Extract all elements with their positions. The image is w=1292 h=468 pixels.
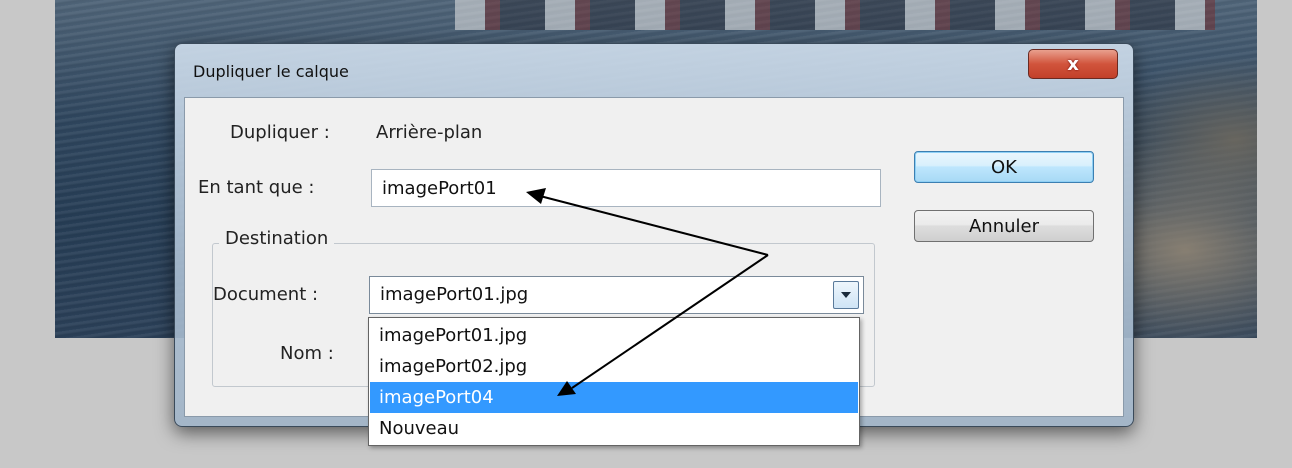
as-label: En tant que : <box>198 177 315 198</box>
destination-legend: Destination <box>219 228 335 249</box>
chevron-down-icon <box>841 292 851 298</box>
document-selected-value: imagePort01.jpg <box>380 284 529 305</box>
list-item-selected[interactable]: imagePort04 <box>370 382 858 413</box>
close-icon: x <box>1067 53 1079 75</box>
as-name-input[interactable] <box>372 170 880 206</box>
document-dropdown[interactable]: imagePort01.jpg <box>369 276 864 314</box>
close-button[interactable]: x <box>1028 49 1118 79</box>
name-label: Nom : <box>280 343 334 364</box>
harbor-boats <box>455 0 1215 30</box>
document-options-list[interactable]: imagePort01.jpg imagePort02.jpg imagePor… <box>368 317 860 446</box>
list-item[interactable]: Nouveau <box>370 413 858 444</box>
as-name-field[interactable] <box>371 169 881 207</box>
dialog-titlebar[interactable]: Dupliquer le calque x <box>175 44 1133 98</box>
document-label: Document : <box>213 284 319 305</box>
dropdown-toggle-button[interactable] <box>833 281 859 309</box>
list-item[interactable]: imagePort01.jpg <box>370 320 858 351</box>
duplicate-label: Dupliquer : <box>230 122 330 143</box>
duplicate-value: Arrière-plan <box>376 122 483 143</box>
dialog-title: Dupliquer le calque <box>193 62 349 81</box>
cancel-button[interactable]: Annuler <box>914 210 1094 242</box>
list-item[interactable]: imagePort02.jpg <box>370 351 858 382</box>
ok-button[interactable]: OK <box>914 151 1094 183</box>
